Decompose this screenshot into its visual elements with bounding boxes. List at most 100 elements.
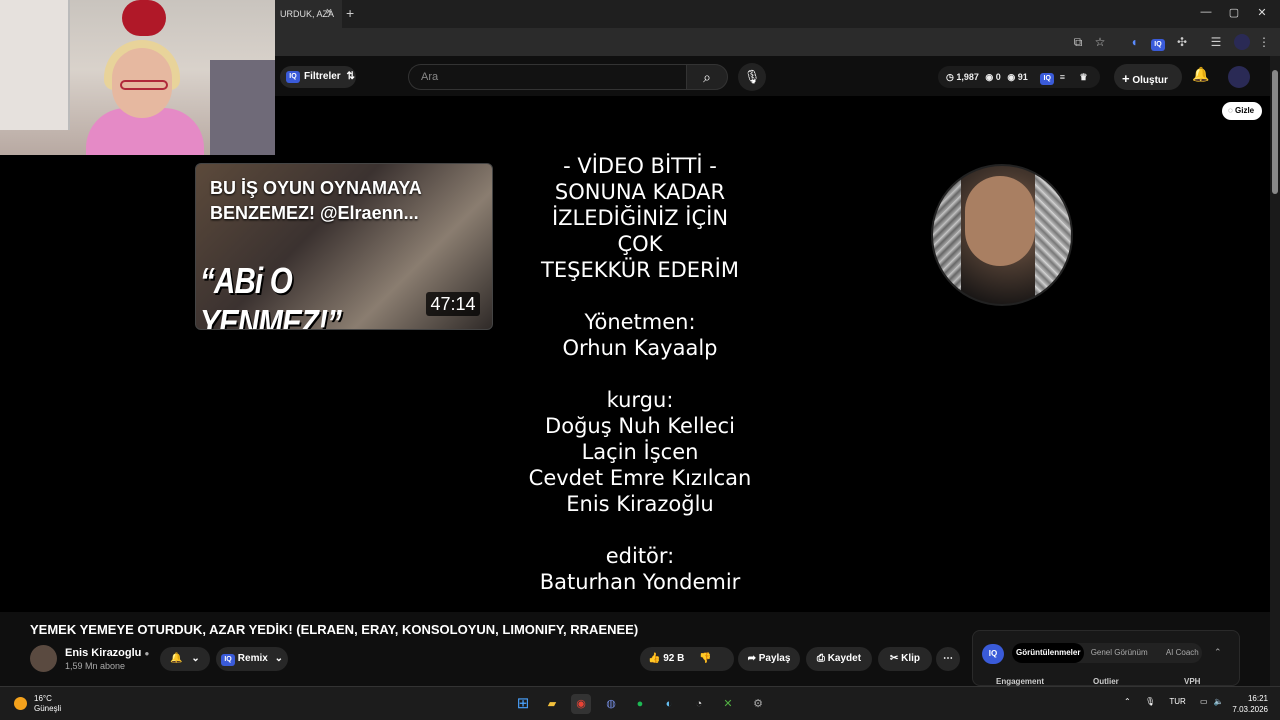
iq-badge-icon: IQ xyxy=(286,71,300,83)
display-icon[interactable]: ▭ xyxy=(1200,697,1208,706)
extension-audio-icon[interactable]: ◖ xyxy=(1126,34,1142,50)
windows-start-icon[interactable]: ⊞ xyxy=(513,694,533,714)
sun-weather-icon[interactable] xyxy=(14,697,27,710)
profile-avatar-icon[interactable] xyxy=(1234,34,1250,50)
taskbar-clock[interactable]: 16:21 7.03.2026 xyxy=(1226,693,1268,715)
like-button[interactable]: 👍 92 B xyxy=(648,653,687,664)
reading-list-icon[interactable]: ☰ xyxy=(1208,34,1224,50)
stat-zero: 0 xyxy=(995,72,1001,82)
credit-line: Baturhan Yondemir xyxy=(539,570,741,594)
share-icon: ➦ xyxy=(747,653,756,664)
analytics-tabs: Görüntülenmeler Genel Görünüm AI Coach xyxy=(1012,643,1202,663)
end-credits: - VİDEO BİTTİ - SONUNA KADAR İZLEDİĞİNİZ İ… xyxy=(480,153,800,595)
tab-overview[interactable]: Genel Görünüm xyxy=(1091,643,1148,663)
credit-line: Yönetmen: xyxy=(584,310,696,334)
steam-icon[interactable]: ◐ xyxy=(659,694,679,714)
tab-views[interactable]: Görüntülenmeler xyxy=(1012,643,1085,663)
credit-line: Cevdet Emre Kızılcan xyxy=(528,466,752,490)
scissors-icon: ✂ xyxy=(889,653,899,664)
channel-name[interactable]: Enis Kirazoglu ● xyxy=(65,647,149,659)
video-duration-badge: 47:14 xyxy=(426,292,480,316)
chrome-icon[interactable]: ◉ xyxy=(571,694,591,714)
credit-line: SONUNA KADAR xyxy=(554,180,726,204)
webcam-pc-case xyxy=(210,60,275,155)
spotify-icon[interactable]: ● xyxy=(630,694,650,714)
create-button[interactable]: + Oluştur xyxy=(1114,64,1182,90)
sliders-icon: ⇅ xyxy=(346,71,355,82)
bookmark-star-icon[interactable]: ☆ xyxy=(1092,34,1108,50)
iq-badge-icon: IQ xyxy=(221,654,236,666)
collapse-chevron-icon[interactable]: ⌃ xyxy=(1214,647,1222,658)
credit-line: TEŞEKKÜR EDERİM xyxy=(541,258,739,282)
credit-line: editör: xyxy=(605,544,675,568)
new-tab-button[interactable]: + xyxy=(346,5,354,21)
credit-line: Laçin İşcen xyxy=(581,440,699,464)
eye-icon: ◉ xyxy=(985,72,994,82)
channel-name-text: Enis Kirazoglu xyxy=(65,647,142,659)
credit-line xyxy=(480,517,800,543)
notification-bell-button[interactable]: 🔔 ⌄ xyxy=(160,647,210,671)
credit-line: Orhun Kayaalp xyxy=(562,336,718,360)
search-button[interactable]: ⌕ xyxy=(686,64,728,90)
header-engagement: Engagement xyxy=(996,677,1045,686)
file-explorer-icon[interactable]: ▰ xyxy=(542,694,562,714)
hide-endscreen-button[interactable]: ◌ Gizle xyxy=(1222,102,1262,120)
filters-button[interactable]: IQ Filtreler ⇅ xyxy=(280,66,356,88)
install-app-icon[interactable]: ⧉ xyxy=(1070,34,1086,50)
share-button[interactable]: ➦ Paylaş xyxy=(738,647,800,671)
credit-line: Doğuş Nuh Kelleci xyxy=(545,414,735,438)
dislike-button[interactable]: 👎 xyxy=(699,653,711,664)
search-input[interactable]: Ara xyxy=(408,64,688,90)
minimize-icon[interactable]: — xyxy=(1196,6,1216,18)
verified-check-icon: ● xyxy=(144,649,150,658)
webcam-wardrobe xyxy=(0,0,70,130)
notifications-bell-icon[interactable]: 🔔 xyxy=(1192,66,1209,83)
like-count: 92 B xyxy=(663,653,685,664)
trophy-icon: ♛ xyxy=(1079,72,1088,82)
bookmark-icon: ⎙ xyxy=(816,653,825,664)
channel-avatar[interactable] xyxy=(30,645,57,672)
scrollbar-thumb[interactable] xyxy=(1272,70,1278,194)
discord-icon[interactable]: ◍ xyxy=(601,694,621,714)
endscreen-channel-subscribe[interactable] xyxy=(931,164,1073,306)
account-avatar[interactable] xyxy=(1228,66,1250,88)
more-horizontal-icon: ⋯ xyxy=(943,653,953,664)
close-tab-icon[interactable]: × xyxy=(322,6,336,20)
weather-condition: Güneşli xyxy=(34,704,62,713)
endscreen-title-line2: BENZEMEZ! @Elraenn... xyxy=(210,203,419,223)
webcam-overlay xyxy=(0,0,275,155)
chevron-up-icon[interactable]: ⌃ xyxy=(1124,697,1131,706)
settings-gear-icon[interactable]: ⚙ xyxy=(748,694,768,714)
close-window-icon[interactable]: ✕ xyxy=(1252,6,1272,19)
browser-menu-icon[interactable]: ⋮ xyxy=(1256,34,1272,50)
extension-stats-bar[interactable]: ◷ 1,987 ◉ 0 ◉ 91 IQ ≡ ♛ xyxy=(938,66,1100,88)
share-label: Paylaş xyxy=(758,653,791,664)
tab-ai-coach[interactable]: AI Coach xyxy=(1166,643,1199,663)
extensions-puzzle-icon[interactable]: ✣ xyxy=(1174,34,1190,50)
remix-button[interactable]: IQ Remix ⌄ xyxy=(216,647,288,671)
list-icon: ≡ xyxy=(1059,72,1066,82)
volume-icon[interactable]: 🔈 xyxy=(1214,697,1224,706)
app-clock-icon[interactable]: ◔ xyxy=(689,694,709,714)
filters-label: Filtreler xyxy=(304,71,341,82)
voice-search-button[interactable]: 🎙 xyxy=(738,63,766,91)
clip-button[interactable]: ✂ Klip xyxy=(878,647,932,671)
credit-line xyxy=(480,361,800,387)
microphone-tray-icon[interactable]: 🎙 xyxy=(1145,697,1155,706)
search-icon: ⌕ xyxy=(703,69,711,85)
more-actions-button[interactable]: ⋯ xyxy=(936,647,960,671)
hide-label: Gizle xyxy=(1235,106,1255,115)
endscreen-video-card[interactable]: BU İŞ OYUN OYNAMAYA BENZEMEZ! @Elraenn..… xyxy=(195,163,493,330)
save-button[interactable]: ⎙ Kaydet xyxy=(806,647,872,671)
restore-icon[interactable]: ▢ xyxy=(1224,6,1244,19)
xbox-icon[interactable]: ✕ xyxy=(718,694,738,714)
bell-icon: 🔔 xyxy=(170,653,183,664)
webcam-wall-logo xyxy=(122,0,166,36)
foil-background xyxy=(933,166,961,304)
credit-line: kurgu: xyxy=(606,388,674,412)
credit-line: Enis Kirazoğlu xyxy=(566,492,714,516)
language-indicator[interactable]: TUR xyxy=(1169,697,1185,706)
weather-widget[interactable]: 16°C Güneşli xyxy=(34,694,61,714)
eye-off-icon: ◌ xyxy=(1228,106,1233,115)
extension-iq-icon[interactable]: IQ xyxy=(1150,34,1166,51)
